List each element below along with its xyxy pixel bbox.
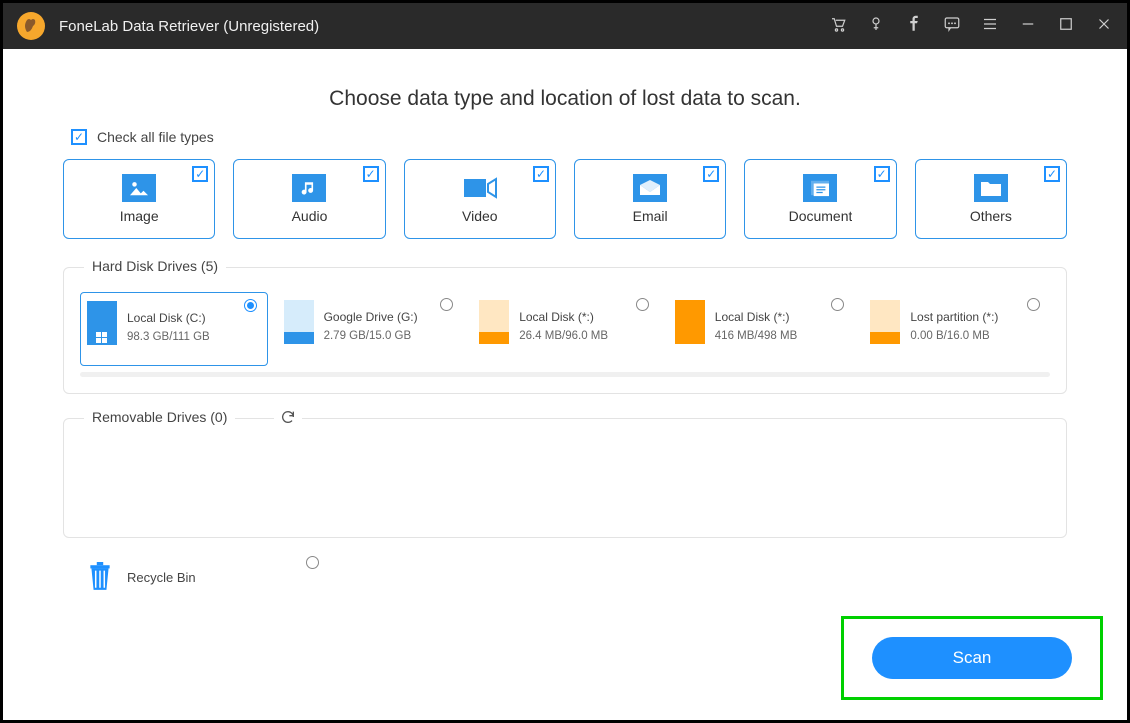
refresh-icon[interactable] xyxy=(274,409,302,430)
file-type-grid: ✓ Image ✓ Audio ✓ Video xyxy=(63,159,1067,239)
type-checkbox[interactable]: ✓ xyxy=(874,166,890,182)
drive-scrollbar[interactable] xyxy=(80,372,1050,377)
type-card-video[interactable]: ✓ Video xyxy=(404,159,556,239)
type-label: Email xyxy=(633,208,668,224)
type-label: Document xyxy=(789,208,853,224)
type-checkbox[interactable]: ✓ xyxy=(192,166,208,182)
type-label: Audio xyxy=(292,208,328,224)
type-label: Image xyxy=(120,208,159,224)
removable-section: Removable Drives (0) xyxy=(63,418,1067,538)
drive-name: Local Disk (C:) xyxy=(127,309,210,328)
recycle-bin-option[interactable]: Recycle Bin xyxy=(87,562,307,592)
removable-section-title: Removable Drives (0) xyxy=(84,409,235,425)
email-icon xyxy=(633,174,667,202)
drive-radio[interactable] xyxy=(244,299,257,312)
type-checkbox[interactable]: ✓ xyxy=(703,166,719,182)
others-icon xyxy=(974,174,1008,202)
drive-radio[interactable] xyxy=(1027,298,1040,311)
type-card-image[interactable]: ✓ Image xyxy=(63,159,215,239)
titlebar: FoneLab Data Retriever (Unregistered) xyxy=(3,3,1127,49)
drive-icon xyxy=(675,300,705,344)
check-all-label: Check all file types xyxy=(97,129,214,145)
app-window: FoneLab Data Retriever (Unregistered) Ch… xyxy=(0,0,1130,723)
drive-item[interactable]: Local Disk (C:)98.3 GB/111 GB xyxy=(80,292,268,366)
page-heading: Choose data type and location of lost da… xyxy=(63,87,1067,111)
drive-icon xyxy=(479,300,509,344)
close-icon[interactable] xyxy=(1095,15,1113,38)
drive-icon xyxy=(870,300,900,344)
type-card-email[interactable]: ✓ Email xyxy=(574,159,726,239)
drive-item[interactable]: Lost partition (*:)0.00 B/16.0 MB xyxy=(864,292,1050,366)
scan-button[interactable]: Scan xyxy=(872,637,1072,679)
recycle-label: Recycle Bin xyxy=(127,570,196,585)
drive-radio[interactable] xyxy=(636,298,649,311)
video-icon xyxy=(463,174,497,202)
type-card-others[interactable]: ✓ Others xyxy=(915,159,1067,239)
drive-item[interactable]: Google Drive (G:)2.79 GB/15.0 GB xyxy=(278,292,464,366)
image-icon xyxy=(122,174,156,202)
drives-row: Local Disk (C:)98.3 GB/111 GBGoogle Driv… xyxy=(80,292,1050,366)
drive-item[interactable]: Local Disk (*:)416 MB/498 MB xyxy=(669,292,855,366)
scan-highlight-box: Scan xyxy=(841,616,1103,700)
drive-name: Local Disk (*:) xyxy=(715,308,797,327)
document-icon xyxy=(803,174,837,202)
recycle-radio[interactable] xyxy=(306,556,319,569)
check-all-checkbox[interactable]: ✓ xyxy=(71,129,87,145)
drive-size: 98.3 GB/111 GB xyxy=(127,328,210,346)
key-icon[interactable] xyxy=(867,15,885,38)
audio-icon xyxy=(292,174,326,202)
drive-item[interactable]: Local Disk (*:)26.4 MB/96.0 MB xyxy=(473,292,659,366)
minimize-icon[interactable] xyxy=(1019,15,1037,38)
type-label: Others xyxy=(970,208,1012,224)
window-title: FoneLab Data Retriever (Unregistered) xyxy=(59,18,319,35)
feedback-icon[interactable] xyxy=(943,15,961,38)
drive-size: 0.00 B/16.0 MB xyxy=(910,327,998,345)
drive-icon xyxy=(87,301,117,345)
drive-radio[interactable] xyxy=(831,298,844,311)
drive-icon xyxy=(284,300,314,344)
drive-name: Lost partition (*:) xyxy=(910,308,998,327)
recycle-bin-icon xyxy=(87,562,113,592)
maximize-icon[interactable] xyxy=(1057,15,1075,38)
hdd-section: Hard Disk Drives (5) Local Disk (C:)98.3… xyxy=(63,267,1067,394)
type-card-document[interactable]: ✓ Document xyxy=(744,159,896,239)
drive-name: Google Drive (G:) xyxy=(324,308,418,327)
type-checkbox[interactable]: ✓ xyxy=(363,166,379,182)
drive-size: 2.79 GB/15.0 GB xyxy=(324,327,418,345)
drive-size: 416 MB/498 MB xyxy=(715,327,797,345)
app-logo-icon xyxy=(17,12,45,40)
drive-radio[interactable] xyxy=(440,298,453,311)
drive-name: Local Disk (*:) xyxy=(519,308,608,327)
menu-icon[interactable] xyxy=(981,15,999,38)
drive-size: 26.4 MB/96.0 MB xyxy=(519,327,608,345)
facebook-icon[interactable] xyxy=(905,15,923,38)
hdd-section-title: Hard Disk Drives (5) xyxy=(84,258,226,274)
cart-icon[interactable] xyxy=(829,15,847,38)
type-checkbox[interactable]: ✓ xyxy=(1044,166,1060,182)
type-card-audio[interactable]: ✓ Audio xyxy=(233,159,385,239)
type-label: Video xyxy=(462,208,498,224)
type-checkbox[interactable]: ✓ xyxy=(533,166,549,182)
